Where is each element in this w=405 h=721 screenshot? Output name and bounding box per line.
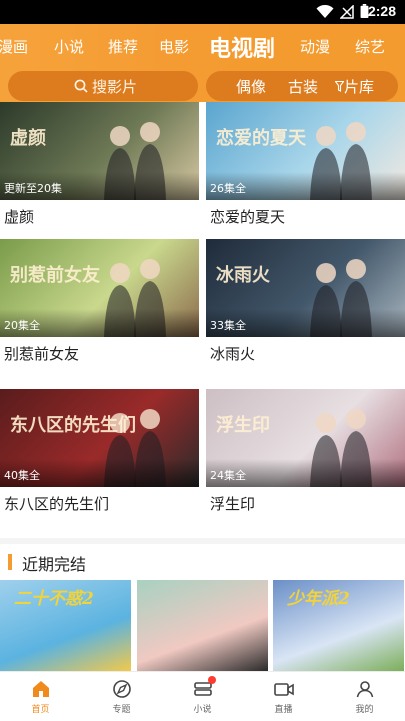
profile-icon [356,681,374,698]
quick-link-idol[interactable]: 偶像 [236,76,266,97]
quick-link-costume[interactable]: 古装 [288,76,318,97]
poster-title-art: 东八区的先生们 [10,415,136,436]
show-title: 恋爱的夏天 [210,208,286,226]
tab-variety[interactable]: 综艺 [355,36,385,57]
filter-icon [335,81,344,92]
recent-poster[interactable] [137,580,268,671]
nav-topics-label: 专题 [112,705,131,715]
quick-links: 偶像 古装 片库 [206,71,398,101]
recent-poster-title-art: 少年派2 [287,589,350,609]
poster-title-art: 冰雨火 [216,265,270,286]
section-accent-bar [8,554,12,570]
tab-recommend[interactable]: 推荐 [108,36,138,57]
signal-icon [340,5,354,19]
tab-movies[interactable]: 电影 [159,36,189,57]
section-title-recently-finished: 近期完结 [22,555,87,574]
tab-novels[interactable]: 小说 [54,36,84,57]
status-bar: 2:28 [0,0,405,24]
show-thumbnail: 虚颜更新至20集 [0,102,199,200]
show-card[interactable]: 虚颜 更新至20集 虚颜 [0,102,199,232]
nav-topics[interactable]: 专题 [81,672,162,721]
nav-live[interactable]: 直播 [243,672,324,721]
nav-live-label: 直播 [274,705,293,715]
home-icon [33,681,49,697]
show-title: 虚颜 [4,208,35,226]
search-placeholder: 搜影片 [92,78,138,96]
nav-profile-label: 我的 [355,705,374,715]
poster-title-art: 虚颜 [10,128,46,149]
nav-novels-label: 小说 [193,705,212,715]
live-camera-icon [274,683,294,696]
topic-compass-icon [113,680,131,698]
show-thumbnail: 恋爱的夏天 26集全 [206,102,405,200]
header: 漫画 小说 推荐 电影 电视剧 动漫 综艺 搜影片 偶像 古装 片库 [0,24,405,102]
show-card[interactable]: 恋爱的夏天 26集全 恋爱的夏天 [206,102,405,232]
episode-count: 24集全 [210,469,246,482]
show-card[interactable]: 冰雨火 33集全 冰雨火 [206,239,405,369]
recent-poster-title-art: 二十不惑2 [14,589,94,609]
episode-count: 26集全 [210,182,246,195]
app-screen: 2:28 漫画 小说 推荐 电影 电视剧 动漫 综艺 搜影片 偶像 古装 片库 [0,0,405,721]
show-thumbnail: 浮生印 24集全 [206,389,405,487]
show-title: 冰雨火 [210,345,256,363]
poster-title-art: 别惹前女友 [10,265,100,286]
wifi-icon [316,5,334,18]
show-title: 别惹前女友 [4,345,80,363]
quick-link-library[interactable]: 片库 [344,76,374,97]
poster-title-art: 恋爱的夏天 [216,128,306,149]
bottom-navigation: 首页 专题 小说 直播 我的 [0,671,405,721]
search-box[interactable]: 搜影片 [8,71,198,101]
episode-count: 33集全 [210,319,246,332]
section-divider [0,538,405,544]
nav-home[interactable]: 首页 [0,672,81,721]
nav-novels-badge [208,676,216,684]
nav-home-label: 首页 [31,705,50,715]
tab-comics[interactable]: 漫画 [0,36,28,57]
search-icon [74,79,88,93]
poster-title-art: 浮生印 [216,415,270,436]
show-thumbnail: 东八区的先生们 40集全 [0,389,199,487]
show-card[interactable]: 别惹前女友 20集全 别惹前女友 [0,239,199,369]
nav-novels[interactable]: 小说 [162,672,243,721]
recent-poster[interactable]: 二十不惑2 [0,580,131,671]
recent-posters-row: 二十不惑2 少年派2 [0,580,405,671]
show-title: 东八区的先生们 [4,495,110,513]
show-title: 浮生印 [210,495,256,513]
show-thumbnail: 别惹前女友 20集全 [0,239,199,337]
category-tabs: 漫画 小说 推荐 电影 电视剧 动漫 综艺 [0,24,405,68]
tab-tv-series[interactable]: 电视剧 [209,31,275,63]
episode-count: 更新至20集 [4,182,62,195]
nav-profile[interactable]: 我的 [324,672,405,721]
clock: 2:28 [367,3,396,19]
show-card[interactable]: 浮生印 24集全 浮生印 [206,389,405,519]
tab-anime[interactable]: 动漫 [300,36,330,57]
episode-count: 40集全 [4,469,40,482]
recent-poster[interactable]: 少年派2 [273,580,404,671]
episode-count: 20集全 [4,319,40,332]
show-thumbnail: 冰雨火 33集全 [206,239,405,337]
show-card[interactable]: 东八区的先生们 40集全 东八区的先生们 [0,389,199,519]
